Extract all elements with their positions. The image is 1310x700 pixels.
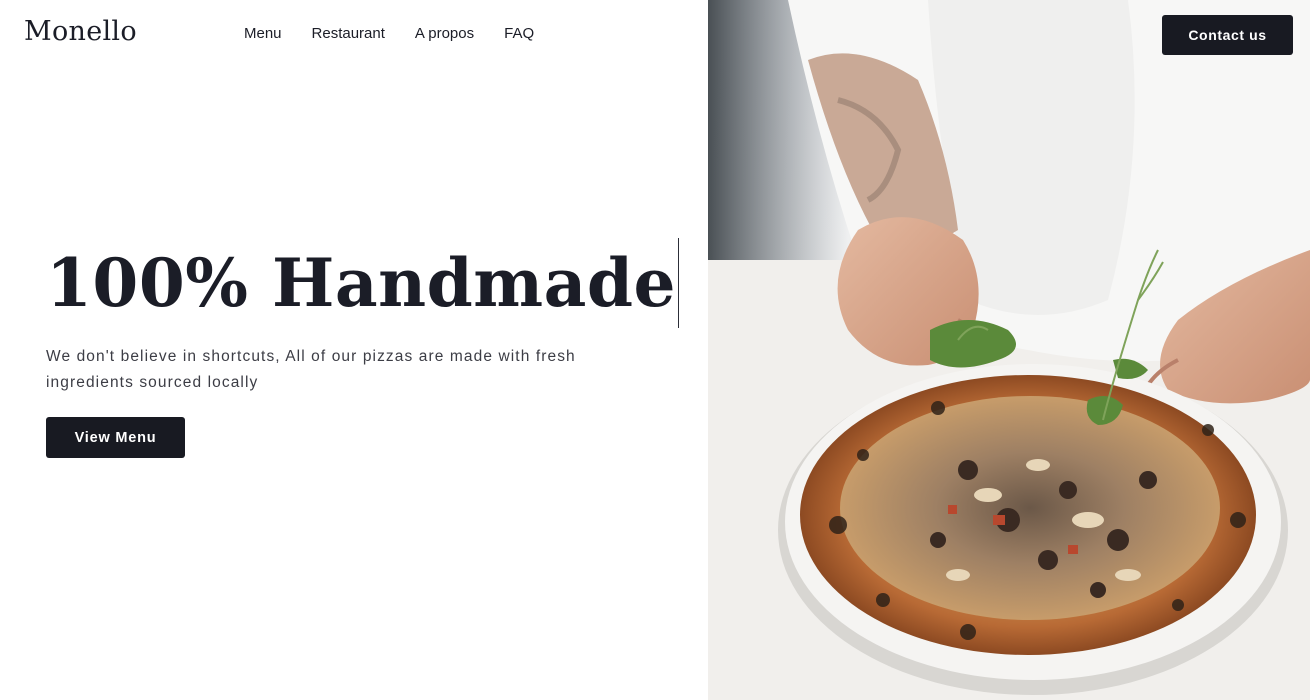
brand-logo[interactable]: Monello [24, 16, 137, 47]
contact-us-button[interactable]: Contact us [1162, 15, 1293, 55]
nav-item-restaurant[interactable]: Restaurant [312, 25, 385, 42]
hero-title-highlight: 100 [46, 244, 186, 322]
view-menu-button[interactable]: View Menu [46, 417, 185, 458]
text-cursor [677, 238, 679, 328]
landing-page: Monello Menu Restaurant A propos FAQ 100… [0, 0, 1310, 700]
nav-item-menu[interactable]: Menu [244, 25, 282, 42]
nav-item-a-propos[interactable]: A propos [415, 25, 474, 42]
hero-title: 100% Handmade [46, 238, 679, 328]
chef-garnishing-pizza-illustration [708, 0, 1310, 700]
hero-title-rest: % Handmade [185, 244, 676, 322]
main-nav: Menu Restaurant A propos FAQ [244, 25, 534, 42]
nav-item-faq[interactable]: FAQ [504, 25, 534, 42]
hero-photo [708, 0, 1310, 700]
hero-description: We don't believe in shortcuts, All of ou… [46, 348, 576, 391]
